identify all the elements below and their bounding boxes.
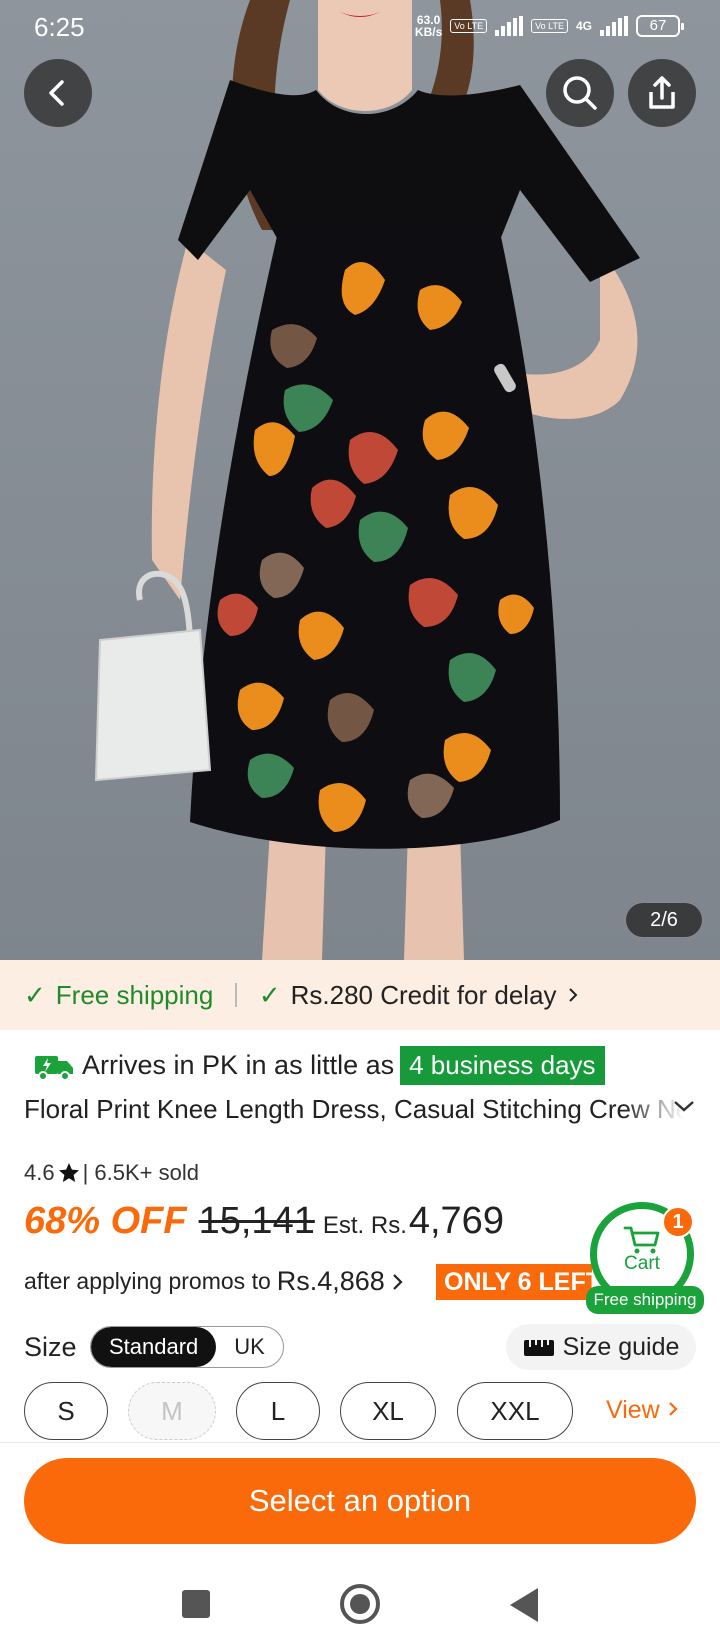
divider — [0, 1442, 720, 1443]
stock-badge: ONLY 6 LEFT — [436, 1264, 592, 1300]
cart-free-shipping: Free shipping — [586, 1286, 704, 1314]
chevron-right-icon — [568, 988, 577, 1002]
product-title[interactable]: Floral Print Knee Length Dress, Casual S… — [24, 1094, 684, 1130]
size-guide-button[interactable]: Size guide — [506, 1324, 696, 1370]
free-shipping-info: ✓ Free shipping — [24, 979, 214, 1010]
dress-photo — [94, 0, 640, 960]
chevron-right-icon — [393, 1273, 403, 1290]
select-option-button[interactable]: Select an option — [24, 1458, 696, 1544]
product-image[interactable]: 6:25 63.0 KB/s Vo LTE Vo LTE 4G 67 2/6 — [0, 0, 720, 960]
original-price: 15,141 — [198, 1200, 315, 1242]
size-system-standard[interactable]: Standard — [91, 1327, 217, 1367]
delivery-truck-icon — [35, 1055, 73, 1081]
share-icon — [649, 76, 675, 109]
view-more-sizes-link[interactable]: View — [606, 1396, 679, 1425]
cart-button[interactable]: Cart 1 Free shipping — [586, 1202, 704, 1314]
size-system-toggle: Standard UK — [90, 1326, 284, 1368]
battery-icon: 67 — [636, 15, 684, 37]
size-system-uk[interactable]: UK — [216, 1327, 283, 1367]
image-counter: 2/6 — [625, 902, 703, 938]
back-nav-button[interactable] — [510, 1588, 538, 1622]
estimated-price: 4,769 — [408, 1200, 504, 1242]
chevron-down-icon[interactable] — [672, 1098, 696, 1114]
promo-row[interactable]: after applying promos to Rs.4,868 — [24, 1266, 405, 1297]
status-time: 6:25 — [34, 12, 85, 42]
volte-icon: Vo LTE — [450, 19, 488, 33]
check-icon: ✓ — [258, 979, 281, 1010]
search-button[interactable] — [546, 59, 614, 127]
promo-price: Rs.4,868 — [276, 1266, 385, 1296]
signal-icon — [600, 16, 628, 36]
star-icon — [58, 1163, 79, 1182]
rating-summary[interactable]: 4.6 | 6.5K+ sold — [24, 1160, 199, 1186]
divider — [235, 983, 237, 1007]
chevron-left-icon — [49, 80, 64, 106]
delivery-estimate: Arrives in PK in as little as 4 business… — [34, 1046, 605, 1085]
delivery-days-badge: 4 business days — [400, 1046, 605, 1085]
back-button[interactable] — [24, 59, 92, 127]
network-speed: 63.0 KB/s — [414, 13, 443, 39]
status-icons: 63.0 KB/s Vo LTE Vo LTE 4G 67 — [414, 13, 684, 39]
check-icon: ✓ — [24, 979, 46, 1010]
size-option-xxl[interactable]: XXL — [457, 1382, 573, 1440]
size-option-s[interactable]: S — [24, 1382, 108, 1440]
size-option-xl[interactable]: XL — [340, 1382, 436, 1440]
delay-credit-info[interactable]: ✓ Rs.280 Credit for delay — [259, 980, 579, 1011]
size-option-m[interactable]: M — [128, 1382, 216, 1440]
cart-icon — [623, 1226, 660, 1254]
network-type: 4G — [575, 19, 592, 33]
size-label: Size — [24, 1332, 77, 1362]
size-option-l[interactable]: L — [236, 1382, 320, 1440]
share-button[interactable] — [628, 59, 696, 127]
estimated-label: Est. Rs. — [322, 1212, 407, 1239]
chevron-right-icon — [668, 1402, 678, 1416]
cart-count-badge: 1 — [662, 1206, 694, 1238]
sold-count: | 6.5K+ sold — [82, 1160, 199, 1185]
volte-icon: Vo LTE — [531, 19, 568, 33]
ruler-icon — [523, 1340, 554, 1356]
signal-icon — [495, 16, 524, 36]
rating-value: 4.6 — [24, 1160, 55, 1185]
search-icon — [563, 76, 597, 110]
price-row: 68% OFF 15,141 Est. Rs. 4,769 — [24, 1200, 504, 1243]
home-nav-button[interactable] — [340, 1584, 380, 1624]
discount-label: 68% OFF — [24, 1200, 187, 1242]
recents-nav-button[interactable] — [182, 1590, 210, 1618]
status-bar: 6:25 63.0 KB/s Vo LTE Vo LTE 4G 67 — [0, 0, 720, 54]
shipping-strip[interactable]: ✓ Free shipping ✓ Rs.280 Credit for dela… — [0, 960, 720, 1030]
